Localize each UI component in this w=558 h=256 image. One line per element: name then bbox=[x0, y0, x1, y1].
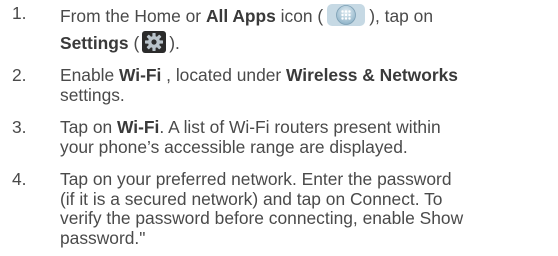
step-number: 3. bbox=[12, 117, 27, 137]
step-line: Settings (). bbox=[60, 30, 556, 58]
text-run: From the Home or bbox=[60, 6, 206, 26]
step-text: From the Home or All Apps icon (), tap … bbox=[60, 4, 556, 57]
text-run: Enable bbox=[60, 65, 119, 85]
bold-term: All Apps bbox=[205, 6, 276, 26]
step-line: (if it is a secured network) and tap on … bbox=[60, 188, 443, 209]
text-run: . A list of Wi-Fi routers present within bbox=[159, 117, 441, 137]
step-line: Tap on your preferred network. Enter the… bbox=[60, 169, 452, 189]
step-number: 1. bbox=[12, 3, 27, 23]
step-line: Tap on Wi-Fi. A list of Wi-Fi routers pr… bbox=[60, 117, 556, 138]
settings-gear-icon bbox=[142, 30, 167, 58]
text-run: ( bbox=[128, 32, 140, 53]
step-line: settings. bbox=[60, 84, 125, 105]
step-line: From the Home or All Apps icon (), tap … bbox=[60, 4, 556, 31]
instruction-steps: 1. From the Home or All Apps icon (), t… bbox=[0, 0, 558, 256]
bold-term: Wireless & Networks bbox=[286, 65, 458, 85]
text-run: , located under bbox=[161, 65, 287, 85]
step-line: Enable Wi-Fi , located under Wireless & … bbox=[60, 65, 556, 86]
step-line: verify the password before connecting, e… bbox=[60, 208, 464, 228]
text-run: icon ( bbox=[275, 6, 324, 26]
text-run: Tap on bbox=[60, 117, 118, 137]
step-line: your phone’s accessible range are displa… bbox=[60, 136, 408, 157]
step-number: 4. bbox=[12, 169, 27, 189]
step-number: 2. bbox=[12, 65, 27, 85]
step-text: Tap on Wi-Fi. A list of Wi-Fi routers pr… bbox=[60, 117, 556, 157]
bold-term: Wi-Fi bbox=[117, 117, 160, 137]
all-apps-icon bbox=[326, 4, 366, 31]
bold-term: Wi-Fi bbox=[118, 65, 162, 85]
text-run: ). bbox=[169, 32, 180, 53]
step-text: Tap on your preferred network. Enter the… bbox=[60, 169, 556, 248]
step-line: password." bbox=[60, 227, 146, 248]
text-run: ), tap on bbox=[369, 6, 433, 26]
step-text: Enable Wi-Fi , located under Wireless & … bbox=[60, 65, 556, 105]
bold-term: Settings bbox=[60, 32, 129, 53]
